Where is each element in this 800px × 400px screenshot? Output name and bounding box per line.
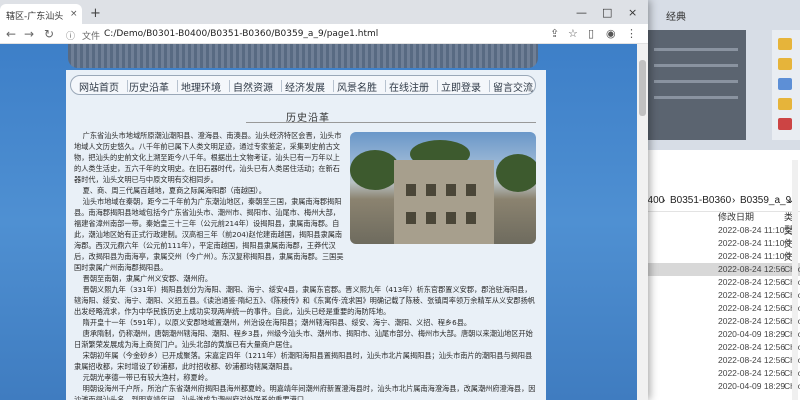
article-paragraph: 隋开皇十一年（591年），以原义安郡地域置潮州，州治设在海阳县；潮州辖海阳县、绥…	[82, 318, 472, 327]
reload-icon[interactable]: ↻	[44, 27, 54, 41]
document-icon[interactable]	[778, 78, 792, 90]
site-navbar: 网站首页 历史沿革 地理环境 自然资源 经济发展 风景名胜 在线注册 立即登录 …	[70, 75, 536, 95]
breadcrumb-sep: ›	[662, 195, 666, 206]
file-row[interactable]: 2020-04-09 18:29Chro	[640, 328, 800, 341]
file-explorer-window: 经典 0400 › B0351-B0360 › B0359_a_9 ⌄ 修改日期…	[640, 0, 800, 400]
article-paragraph: 元朝光孝德一带已有较大渔村，称夏岭。	[82, 373, 213, 382]
file-row[interactable]: 2022-08-24 12:56Chro	[640, 276, 800, 289]
file-row[interactable]: 2022-08-24 12:56Chro	[640, 354, 800, 367]
scrollbar-thumb[interactable]	[639, 60, 646, 116]
file-row[interactable]: 2022-08-24 12:56Chro	[640, 367, 800, 380]
browser-window: 辖区-广东汕头 × + — □ × ← → ↻ ⓘ 文件 C:/Demo/B03…	[0, 0, 648, 400]
header-banner-image	[68, 44, 538, 68]
article-paragraph: 汕头市地域在秦朝，距今二千年前为广东潮汕地区，秦朝至三国，隶属南海郡揭阳县。南海…	[74, 197, 344, 272]
explorer-icon-strip	[772, 30, 800, 140]
tab-title: 辖区-广东汕头	[6, 12, 64, 22]
nav-item-register[interactable]: 在线注册	[389, 79, 429, 94]
file-row[interactable]: 2022-08-24 11:10文件	[640, 224, 800, 248]
nav-item-history[interactable]: 历史沿革	[129, 79, 169, 94]
file-row[interactable]: 2020-04-09 18:29Chro	[640, 380, 800, 393]
document-icon[interactable]	[778, 118, 792, 130]
nav-separator	[489, 80, 490, 92]
tab-bar: 辖区-广东汕头 × + — □ ×	[0, 0, 648, 24]
explorer-menu-item[interactable]: 经典	[666, 8, 686, 23]
breadcrumb-part[interactable]: B0351-B0360	[670, 195, 731, 206]
minimize-button[interactable]: —	[576, 6, 587, 19]
file-row[interactable]: 2022-08-24 12:56Chro	[640, 302, 800, 315]
nav-item-economy[interactable]: 经济发展	[285, 79, 325, 94]
info-icon[interactable]: ⓘ	[66, 29, 75, 42]
more-icon[interactable]: ⋮	[626, 27, 637, 40]
nav-item-login[interactable]: 立即登录	[441, 79, 481, 94]
sidebar-icon[interactable]: ▯	[588, 27, 594, 40]
file-row[interactable]: 2022-08-24 12:56Chro	[640, 315, 800, 328]
article-paragraph: 明朝设海州千户所，所治广东省潮州府揭阳县海州都夏岭。明嘉靖年间潮州府新置澄海县时…	[74, 384, 536, 400]
nav-separator	[333, 80, 334, 92]
file-row[interactable]: 2022-08-24 11:10文件	[640, 250, 800, 274]
page-scrollbar[interactable]	[637, 44, 648, 400]
forward-icon[interactable]: →	[24, 27, 34, 41]
nav-item-geography[interactable]: 地理环境	[181, 79, 221, 94]
history-article: 广东省汕头市地域所原潮汕潮阳县、澄海县、南澳县。汕头经济特区会晋，汕头市地域人文…	[74, 130, 538, 400]
share-icon[interactable]: ⇪	[550, 27, 559, 40]
article-paragraph: 夏、商、周三代属百越地，夏商之际属海阳郡（南越国）。	[82, 186, 266, 195]
file-row[interactable]: 2022-08-24 12:56Chro	[640, 263, 800, 276]
explorer-dark-panel	[646, 30, 746, 140]
tab-close-icon[interactable]: ×	[70, 9, 78, 19]
nav-separator	[281, 80, 282, 92]
breadcrumb-sep: ›	[732, 195, 736, 206]
article-paragraph: 唐承隋制，仍称潮州，唐朝潮州辖海阳、潮阳、程乡3县，州级今汕头市、潮州市、揭阳市…	[74, 329, 533, 349]
article-paragraph: 晋朝至南朝，隶属广州义安郡、潮州府。	[82, 274, 213, 283]
article-paragraph: 晋朝义熙九年（331年）揭阳县划分为海阳、潮阳、海宁、绥安4县，隶属东官郡。晋义…	[74, 285, 535, 316]
nav-item-message[interactable]: 留言交流	[493, 79, 533, 94]
nav-separator	[177, 80, 178, 92]
nav-item-scenery[interactable]: 风景名胜	[337, 79, 377, 94]
close-window-button[interactable]: ×	[628, 6, 637, 19]
title-divider	[246, 122, 536, 123]
nav-separator	[437, 80, 438, 92]
browser-toolbar: ← → ↻ ⓘ 文件 C:/Demo/B0301-B0400/B0351-B03…	[0, 24, 648, 44]
folder-icon[interactable]	[778, 98, 792, 110]
file-row[interactable]: 2022-08-24 12:56Chro	[640, 289, 800, 302]
article-paragraph: 广东省汕头市地域所原潮汕潮阳县、澄海县、南澳县。汕头经济特区会晋，汕头市地域人文…	[74, 131, 342, 184]
file-row[interactable]: 2022-08-24 12:56Chro	[640, 341, 800, 354]
nav-item-resources[interactable]: 自然资源	[233, 79, 273, 94]
star-icon[interactable]: ☆	[568, 27, 578, 40]
page-viewport: 网站首页 历史沿革 地理环境 自然资源 经济发展 风景名胜 在线注册 立即登录 …	[0, 44, 637, 400]
nav-separator	[229, 80, 230, 92]
explorer-scrollbar[interactable]	[792, 160, 798, 400]
profile-icon[interactable]: ◉	[606, 27, 616, 40]
nav-separator	[385, 80, 386, 92]
address-bar[interactable]: ⓘ 文件 C:/Demo/B0301-B0400/B0351-B0360/B03…	[66, 26, 546, 43]
maximize-button[interactable]: □	[602, 6, 612, 19]
address-scheme-label: 文件	[82, 32, 101, 42]
content-page: 网站首页 历史沿革 地理环境 自然资源 经济发展 风景名胜 在线注册 立即登录 …	[66, 70, 546, 400]
nav-item-home[interactable]: 网站首页	[79, 79, 119, 94]
back-icon[interactable]: ←	[6, 27, 16, 41]
nav-separator	[127, 80, 128, 92]
file-row[interactable]: 2022-08-24 11:10文件	[640, 237, 800, 261]
folder-icon[interactable]	[778, 38, 792, 50]
explorer-toolbar-area: 经典	[640, 0, 800, 150]
article-paragraph: 宋朝初年属（今金砂乡）已开成聚落。宋嘉定四年（1211年）析潮阳海阳县置揭阳县时…	[74, 351, 533, 371]
breadcrumb-part[interactable]: B0359_a_9	[740, 195, 791, 206]
explorer-address-bar[interactable]: 0400 › B0351-B0360 › B0359_a_9 ⌄	[640, 190, 800, 212]
column-header-date[interactable]: 修改日期	[718, 210, 754, 223]
new-tab-button[interactable]: +	[90, 6, 101, 21]
folder-icon[interactable]	[778, 58, 792, 70]
address-url[interactable]: C:/Demo/B0301-B0400/B0351-B0360/B0359_a_…	[104, 29, 378, 39]
